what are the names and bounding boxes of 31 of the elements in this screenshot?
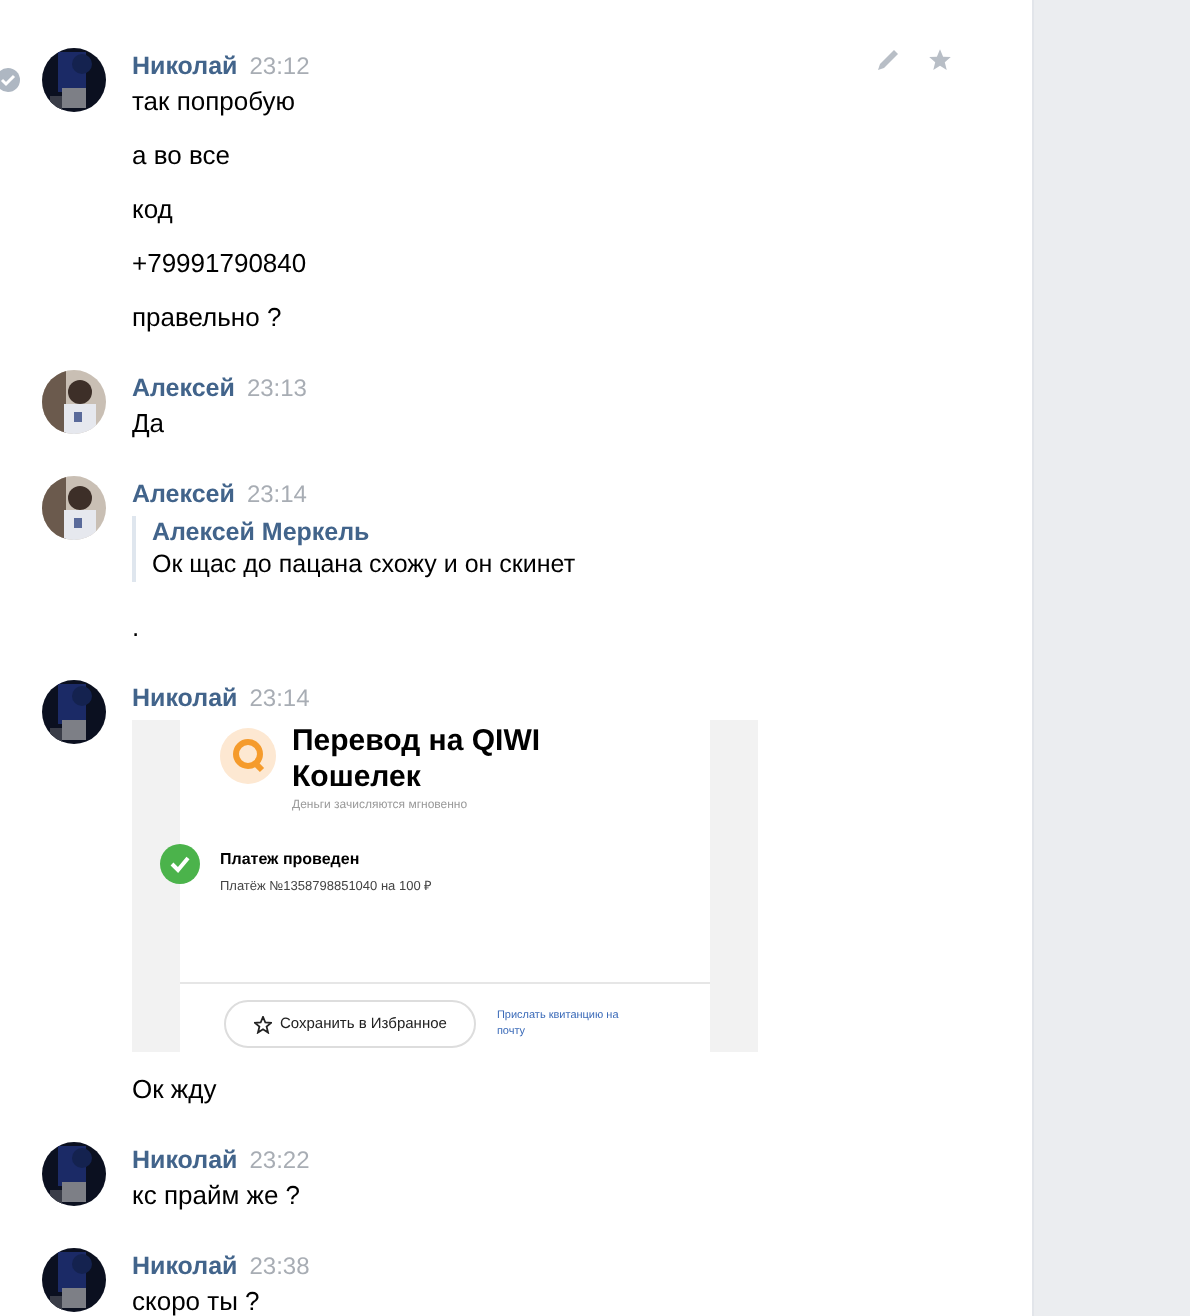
message-time: 23:14 [246,478,307,512]
pencil-icon[interactable] [876,48,900,72]
message-text: +79991790840 [132,246,307,280]
message-time: 23:13 [246,372,307,406]
star-icon [254,1015,272,1033]
message-time: 23:38 [249,1250,310,1284]
author-name[interactable]: Алексей [132,370,235,408]
message-time: 23:22 [249,1144,310,1178]
message-text: а во все [132,138,230,172]
message-time: 23:12 [249,50,310,84]
message-text: код [132,192,173,226]
message-text: Да [132,406,165,440]
author-name[interactable]: Николай [132,680,238,718]
author-name[interactable]: Николай [132,1142,238,1180]
message-text: кс прайм же ? [132,1178,301,1212]
receipt-title: Перевод на QIWI Кошелек [292,724,543,796]
payment-status: Платеж проведен [220,848,362,872]
message-text: скоро ты ? [132,1284,260,1316]
star-icon[interactable] [928,48,952,72]
author-name[interactable]: Николай [132,48,238,86]
selected-check-icon[interactable] [0,68,20,92]
quote-author: Алексей Меркель [152,516,372,548]
author-name[interactable]: Алексей [132,476,235,514]
author-name[interactable]: Николай [132,1248,238,1286]
message-text: правельно ? [132,300,282,334]
logo-icon [220,728,276,784]
message-text: Ок жду [132,1072,217,1106]
quote-text: Ок щас до пацана схожу и он скинет [152,548,576,582]
message-text: так попробую [132,84,296,118]
message-text: . [132,610,140,644]
message-time: 23:14 [249,682,310,716]
